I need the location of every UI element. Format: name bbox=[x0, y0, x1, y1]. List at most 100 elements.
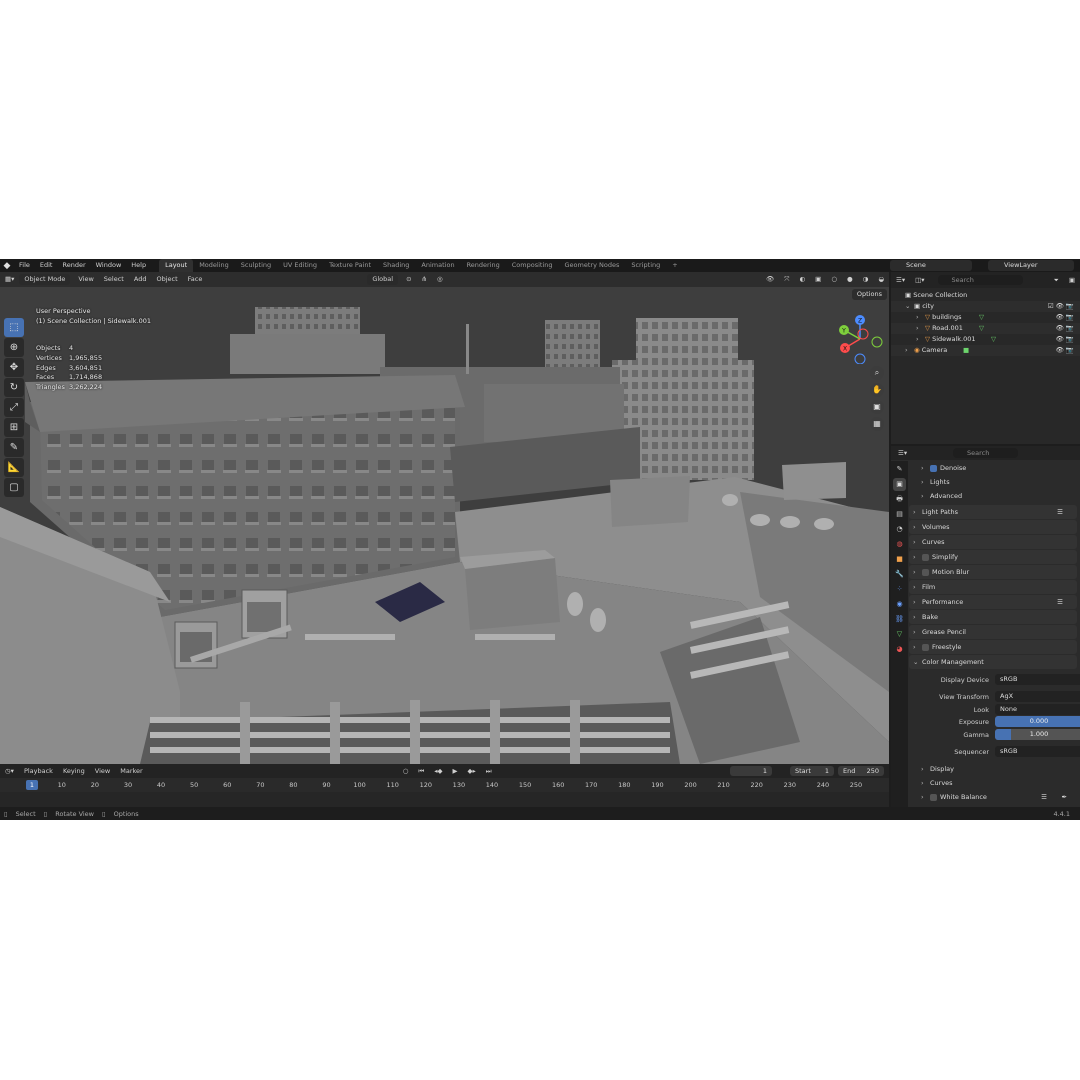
view-layer-selector[interactable]: ViewLayer bbox=[988, 260, 1074, 271]
expand-arrow-icon[interactable]: ⌄ bbox=[905, 301, 914, 312]
gamma-slider[interactable]: 1.000 bbox=[995, 729, 1080, 740]
motion-blur-checkbox[interactable] bbox=[922, 568, 929, 576]
viewport-menu-view[interactable]: View bbox=[73, 272, 98, 287]
tab-scripting[interactable]: Scripting bbox=[625, 259, 666, 272]
outliner-row-scene-collection[interactable]: ▣ Scene Collection bbox=[891, 290, 1080, 301]
lights-subpanel[interactable]: › Lights bbox=[909, 475, 1077, 489]
blender-logo-icon[interactable]: ◆ bbox=[0, 261, 14, 271]
exposure-slider[interactable]: 0.000 bbox=[995, 716, 1080, 727]
sequencer-select[interactable]: sRGB bbox=[995, 746, 1080, 757]
outliner-row-road[interactable]: › ▽ Road.001 ▽ 👁 📷 bbox=[891, 323, 1080, 334]
rotate-tool-icon[interactable]: ↻ bbox=[4, 378, 24, 397]
expand-arrow-icon[interactable]: › bbox=[916, 334, 925, 345]
advanced-subpanel[interactable]: › Advanced bbox=[909, 489, 1077, 503]
visibility-icon[interactable]: 👁 bbox=[761, 272, 779, 287]
jump-end-icon[interactable]: ⏭ bbox=[481, 764, 497, 778]
film-panel[interactable]: › Film bbox=[909, 580, 1077, 594]
display-mode-icon[interactable]: ◫▾ bbox=[910, 273, 929, 287]
outliner-row-buildings[interactable]: › ▽ buildings ▽ 👁 📷 bbox=[891, 312, 1080, 323]
cursor-tool-icon[interactable]: ⊕ bbox=[4, 338, 24, 357]
xray-icon[interactable]: ▣ bbox=[810, 272, 826, 287]
playhead[interactable]: 1 bbox=[26, 780, 38, 790]
options-button[interactable]: Options bbox=[851, 289, 887, 300]
outliner-row-camera[interactable]: › ◉ Camera ■ 👁 📷 bbox=[891, 345, 1080, 356]
shading-material-icon[interactable]: ◑ bbox=[858, 272, 874, 287]
next-keyframe-icon[interactable]: ◆▸ bbox=[463, 764, 481, 778]
volumes-panel[interactable]: › Volumes bbox=[909, 520, 1077, 534]
3d-viewport[interactable]: ▦▾ Object Mode View Select Add Object Fa… bbox=[0, 272, 889, 764]
list-icon[interactable]: ☰ bbox=[1057, 595, 1063, 609]
timeline-editor-type-icon[interactable]: ◷▾ bbox=[0, 764, 19, 778]
scale-tool-icon[interactable]: ⤢ bbox=[4, 398, 24, 417]
zoom-icon[interactable]: ⌕ bbox=[870, 366, 884, 380]
visibility-eye-icon[interactable]: 👁 📷 bbox=[1056, 323, 1074, 334]
material-tab-icon[interactable]: ◕ bbox=[893, 643, 906, 656]
filter-icon[interactable]: ⏷ bbox=[1049, 273, 1064, 287]
output-tab-icon[interactable]: 🖶 bbox=[893, 493, 906, 506]
shading-solid-icon[interactable]: ● bbox=[842, 272, 858, 287]
performance-panel[interactable]: › Performance ☰ bbox=[909, 595, 1077, 609]
expand-arrow-icon[interactable]: › bbox=[916, 323, 925, 334]
record-icon[interactable]: ○ bbox=[398, 764, 414, 778]
timeline-track[interactable] bbox=[0, 792, 889, 807]
tab-compositing[interactable]: Compositing bbox=[506, 259, 559, 272]
gizmo-toggle-icon[interactable]: ⤧ bbox=[779, 272, 794, 287]
motion-blur-panel[interactable]: › Motion Blur bbox=[909, 565, 1077, 579]
light-paths-panel[interactable]: › Light Paths ☰ bbox=[909, 505, 1077, 519]
play-icon[interactable]: ▶ bbox=[448, 764, 463, 778]
shading-rendered-icon[interactable]: ◒ bbox=[873, 272, 889, 287]
color-management-panel[interactable]: ⌄ Color Management bbox=[909, 655, 1077, 669]
render-tab-icon[interactable]: ▣ bbox=[893, 478, 906, 491]
viewport-menu-face[interactable]: Face bbox=[183, 272, 208, 287]
timeline-menu-view[interactable]: View bbox=[90, 764, 115, 778]
properties-editor-type-icon[interactable]: ☰▾ bbox=[893, 446, 912, 460]
tab-uv-editing[interactable]: UV Editing bbox=[277, 259, 323, 272]
outliner-row-city[interactable]: ⌄ ▣ city ☑ 👁 📷 bbox=[891, 301, 1080, 312]
pivot-icon[interactable]: ⊙ bbox=[401, 272, 416, 287]
data-tab-icon[interactable]: ▽ bbox=[893, 628, 906, 641]
display-device-select[interactable]: sRGB bbox=[995, 674, 1080, 685]
constraints-tab-icon[interactable]: ⛓ bbox=[893, 613, 906, 626]
scene-selector[interactable]: Scene bbox=[890, 260, 972, 271]
tab-rendering[interactable]: Rendering bbox=[461, 259, 506, 272]
eyedropper-icon[interactable]: ✒ bbox=[1062, 790, 1067, 804]
scene-tab-icon[interactable]: ◔ bbox=[893, 523, 906, 536]
proportional-edit-icon[interactable]: ◎ bbox=[432, 272, 448, 287]
overlay-toggle-icon[interactable]: ◐ bbox=[794, 272, 810, 287]
properties-search-input[interactable]: Search bbox=[953, 448, 1018, 458]
prev-keyframe-icon[interactable]: ◂◆ bbox=[429, 764, 447, 778]
timeline-ruler[interactable]: 1 10 20 30 40 50 60 70 80 90 100 110 120 130 140 150 16… bbox=[0, 779, 889, 791]
new-collection-icon[interactable]: ▣ bbox=[1064, 273, 1080, 287]
pan-hand-icon[interactable]: ✋ bbox=[870, 383, 884, 397]
viewport-menu-object[interactable]: Object bbox=[151, 272, 182, 287]
timeline-menu-marker[interactable]: Marker bbox=[115, 764, 147, 778]
current-frame-field[interactable]: 1 bbox=[730, 766, 772, 776]
measure-tool-icon[interactable]: 📐 bbox=[4, 458, 24, 477]
timeline-menu-keying[interactable]: Keying bbox=[58, 764, 90, 778]
white-balance-checkbox[interactable] bbox=[930, 793, 937, 801]
transform-orientation-selector[interactable]: Global bbox=[367, 274, 399, 285]
visibility-eye-icon[interactable]: ☑ 👁 📷 bbox=[1048, 301, 1074, 312]
outliner-search-input[interactable]: Search bbox=[937, 275, 1023, 285]
add-workspace-icon[interactable]: + bbox=[666, 259, 683, 272]
move-tool-icon[interactable]: ✥ bbox=[4, 358, 24, 377]
start-frame-field[interactable]: Start 1 bbox=[790, 766, 834, 776]
outliner-row-sidewalk[interactable]: › ▽ Sidewalk.001 ▽ 👁 📷 bbox=[891, 334, 1080, 345]
modifier-tab-icon[interactable]: 🔧 bbox=[893, 568, 906, 581]
list-icon[interactable]: ☰ bbox=[1041, 790, 1047, 804]
snap-icon[interactable]: ⋔ bbox=[417, 272, 432, 287]
expand-arrow-icon[interactable]: › bbox=[905, 345, 914, 356]
tool-tab-icon[interactable]: ✎ bbox=[893, 463, 906, 476]
denoise-checkbox[interactable] bbox=[930, 464, 937, 472]
tab-layout[interactable]: Layout bbox=[159, 259, 194, 272]
add-cube-tool-icon[interactable]: ▢ bbox=[4, 478, 24, 497]
select-box-tool-icon[interactable]: ⬚ bbox=[4, 318, 24, 337]
white-balance-subpanel[interactable]: › White Balance ☰ ✒ bbox=[909, 790, 1077, 804]
display-subpanel[interactable]: › Display bbox=[909, 762, 1077, 776]
viewport-menu-add[interactable]: Add bbox=[129, 272, 152, 287]
mode-selector[interactable]: Object Mode bbox=[19, 274, 71, 285]
object-tab-icon[interactable]: ■ bbox=[893, 553, 906, 566]
menu-edit[interactable]: Edit bbox=[35, 259, 58, 272]
outliner-editor-type-icon[interactable]: ☰▾ bbox=[891, 273, 910, 287]
particles-tab-icon[interactable]: ⁘ bbox=[893, 583, 906, 596]
